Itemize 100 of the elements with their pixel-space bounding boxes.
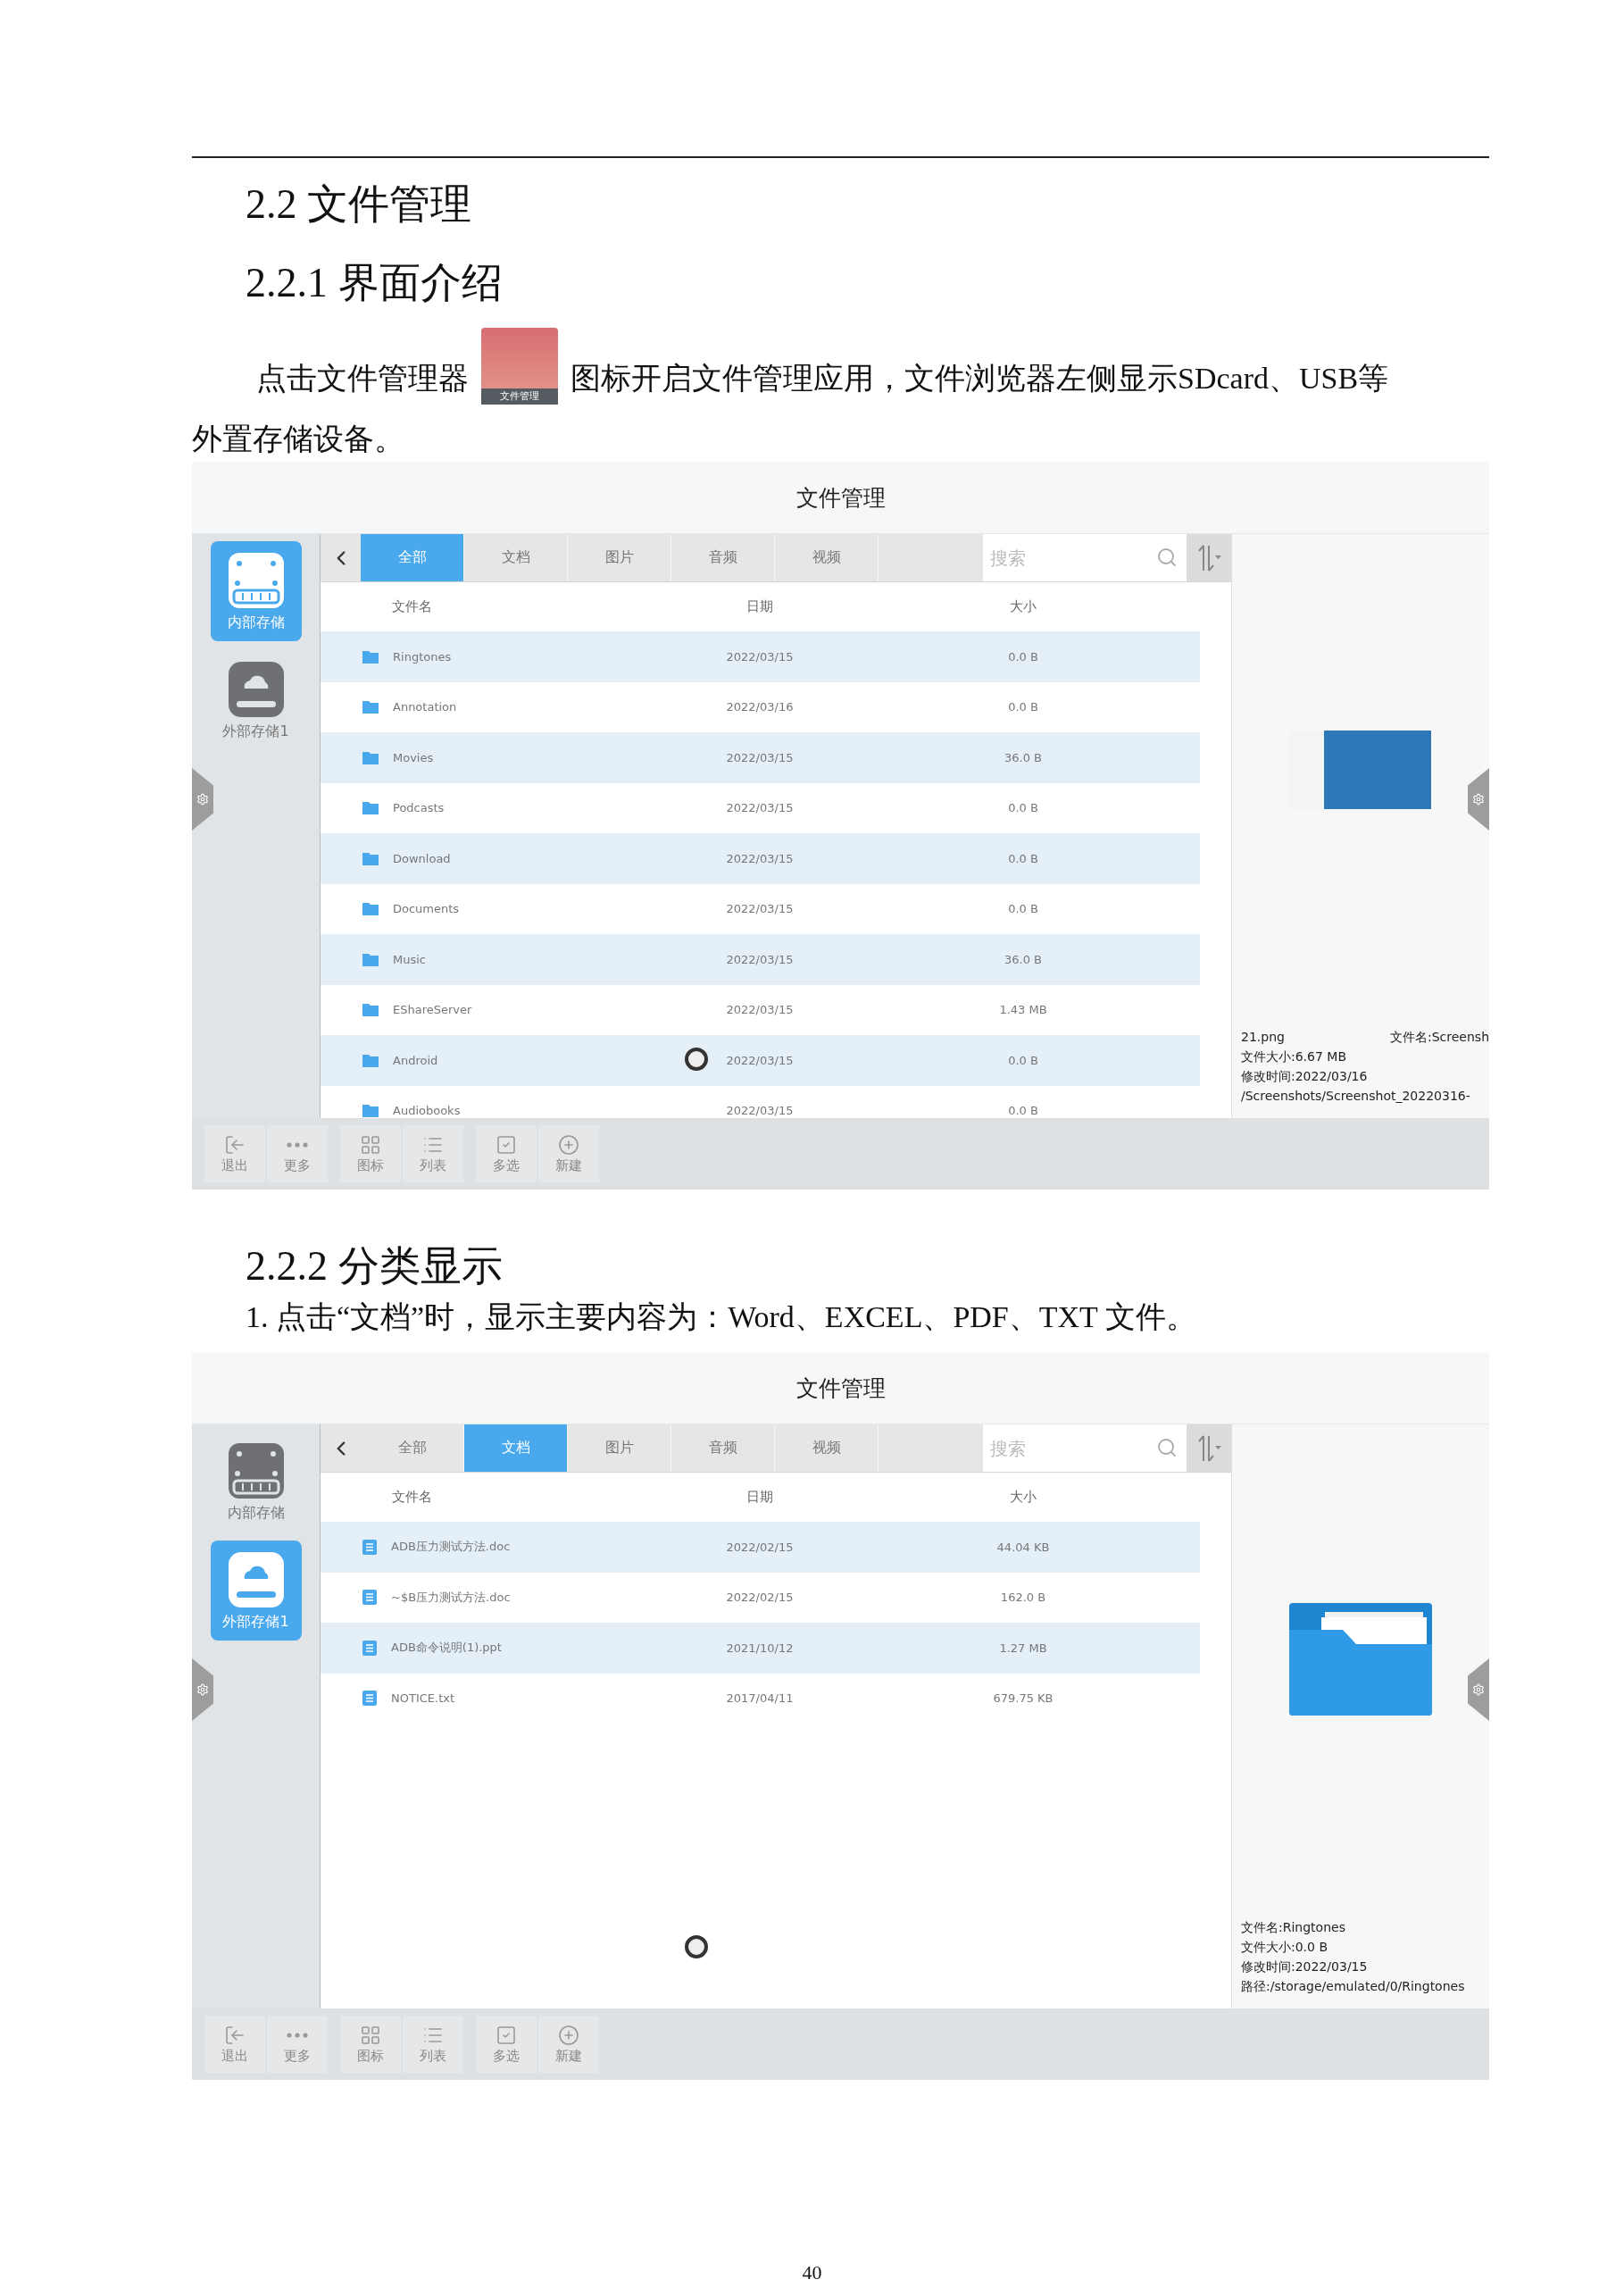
document-icon (362, 1539, 377, 1555)
file-date: 2021/10/12 (726, 1641, 794, 1655)
toolbar-button[interactable]: 更多 (267, 1125, 328, 1182)
grid-icon (360, 1133, 381, 1156)
folder-icon (362, 851, 379, 865)
sort-icon (1195, 1433, 1222, 1463)
file-size: 1.43 MB (999, 1003, 1047, 1017)
file-size: 0.0 B (1008, 1104, 1038, 1118)
file-size: 162.0 B (1000, 1591, 1046, 1605)
category-tab[interactable]: 全部 (361, 534, 464, 581)
file-info-text: /Screenshots/Screenshot_20220316- (1241, 1088, 1470, 1105)
column-header: 日期 (746, 598, 773, 615)
search-field[interactable]: 搜索 (983, 1424, 1187, 1472)
sort-button[interactable] (1187, 534, 1231, 581)
file-name: ADB压力测试方法.doc (391, 1539, 511, 1556)
file-row[interactable]: Download 2022/03/15 0.0 B (321, 833, 1200, 884)
file-date: 2022/03/15 (726, 952, 794, 966)
file-info-text: 路径:/storage/emulated/0/Ringtones (1241, 1978, 1465, 1995)
toolbar-button[interactable]: 新建 (538, 1125, 599, 1182)
file-row[interactable]: EShareServer 2022/03/15 1.43 MB (321, 984, 1200, 1035)
search-icon (1156, 1437, 1178, 1458)
file-size: 1.27 MB (999, 1641, 1047, 1655)
storage-item[interactable]: 内部存储 (210, 541, 302, 641)
file-row[interactable]: Documents 2022/03/15 0.0 B (321, 883, 1200, 934)
file-date: 2017/04/11 (726, 1691, 794, 1706)
toolbar-button[interactable]: 列表 (403, 1125, 463, 1182)
page-number: 40 (801, 2261, 823, 2284)
toolbar-button[interactable]: 新建 (538, 2016, 599, 2073)
toolbar-button[interactable]: 图标 (340, 1125, 401, 1182)
file-row[interactable]: Android 2022/03/15 0.0 B (321, 1035, 1200, 1086)
app-icon-label: 文件管理 (481, 388, 558, 405)
toolbar-button[interactable]: 多选 (476, 2016, 537, 2073)
column-header: 大小 (1010, 1489, 1037, 1506)
file-date: 2022/03/16 (726, 700, 794, 714)
file-size: 0.0 B (1008, 1053, 1038, 1067)
add-icon (558, 2024, 579, 2046)
intro-text: 外置存储设备。 (192, 422, 405, 457)
file-size: 36.0 B (1004, 952, 1042, 966)
file-name: Android (393, 1053, 438, 1067)
file-size: 679.75 KB (993, 1691, 1054, 1706)
window-title: 文件管理 (795, 1374, 886, 1403)
add-icon (558, 1133, 579, 1156)
file-row[interactable]: NOTICE.txt 2017/04/11 679.75 KB (321, 1673, 1200, 1724)
file-date: 2022/03/15 (726, 801, 794, 815)
file-info-text: 修改时间:2022/03/16 (1241, 1068, 1368, 1085)
column-header: 文件名 (392, 1489, 432, 1506)
toolbar-button[interactable]: 列表 (403, 2016, 463, 2073)
file-info-text: 文件名:Ringtones (1241, 1919, 1345, 1936)
storage-item[interactable]: 外部存储1 (210, 650, 302, 750)
file-name: EShareServer (393, 1003, 472, 1017)
search-field[interactable]: 搜索 (983, 534, 1187, 581)
settings-icon (1472, 793, 1485, 806)
storage-item[interactable]: 外部存储1 (210, 1541, 302, 1641)
toolbar-button[interactable]: 多选 (476, 1125, 537, 1182)
toolbar-button[interactable]: 退出 (204, 2016, 265, 2073)
file-size: 0.0 B (1008, 649, 1038, 664)
folder-icon (362, 700, 379, 714)
more-icon (287, 1141, 308, 1148)
category-tab[interactable]: 文档 (464, 1424, 568, 1472)
file-date: 2022/03/15 (726, 851, 794, 865)
file-row[interactable]: Movies 2022/03/15 36.0 B (321, 732, 1200, 783)
file-name: ADB命令说明(1).ppt (391, 1640, 502, 1657)
file-info-text: 文件名:Screensh (1390, 1029, 1489, 1046)
folder-icon (362, 952, 379, 966)
folder-icon (362, 1053, 379, 1067)
toolbar-button[interactable]: 退出 (204, 1125, 265, 1182)
file-size: 0.0 B (1008, 902, 1038, 916)
file-size: 36.0 B (1004, 750, 1042, 764)
folder-icon (362, 1003, 379, 1017)
file-row[interactable]: Audiobooks 2022/03/15 0.0 B (321, 1085, 1200, 1118)
file-info-text: 21.png (1241, 1029, 1285, 1046)
file-date: 2022/03/15 (726, 649, 794, 664)
document-icon (362, 1691, 377, 1707)
file-row[interactable]: Podcasts 2022/03/15 0.0 B (321, 782, 1200, 833)
sort-button[interactable] (1187, 1424, 1231, 1472)
file-date: 2022/02/15 (726, 1591, 794, 1605)
file-row[interactable]: ADB命令说明(1).ppt 2021/10/12 1.27 MB (321, 1623, 1200, 1674)
file-row[interactable]: Music 2022/03/15 36.0 B (321, 934, 1200, 985)
exit-icon (224, 2024, 246, 2046)
file-row[interactable]: ~$B压力测试方法.doc 2022/02/15 162.0 B (321, 1572, 1200, 1623)
file-name: Music (393, 952, 426, 966)
file-row[interactable]: Annotation 2022/03/16 0.0 B (321, 681, 1200, 732)
folder-icon (1289, 1603, 1432, 1716)
file-info-text: 文件大小:6.67 MB (1241, 1048, 1347, 1065)
file-name: Annotation (393, 700, 457, 714)
search-icon (1156, 547, 1178, 568)
toolbar-button[interactable]: 图标 (340, 2016, 401, 2073)
file-date: 2022/02/15 (726, 1540, 794, 1554)
intro-text: 点击文件管理器 (256, 362, 469, 395)
more-icon (287, 2032, 308, 2038)
toolbar-button[interactable]: 更多 (267, 2016, 328, 2073)
folder-icon (362, 649, 379, 664)
file-date: 2022/03/15 (726, 750, 794, 764)
column-header: 文件名 (392, 598, 432, 615)
file-row[interactable]: Ringtones 2022/03/15 0.0 B (321, 631, 1200, 682)
file-size: 44.04 KB (996, 1540, 1050, 1554)
storage-item[interactable]: 内部存储 (210, 1432, 302, 1532)
sort-icon (1195, 543, 1222, 572)
file-info-text: 文件大小:0.0 B (1241, 1939, 1328, 1956)
file-row[interactable]: ADB压力测试方法.doc 2022/02/15 44.04 KB (321, 1522, 1200, 1573)
